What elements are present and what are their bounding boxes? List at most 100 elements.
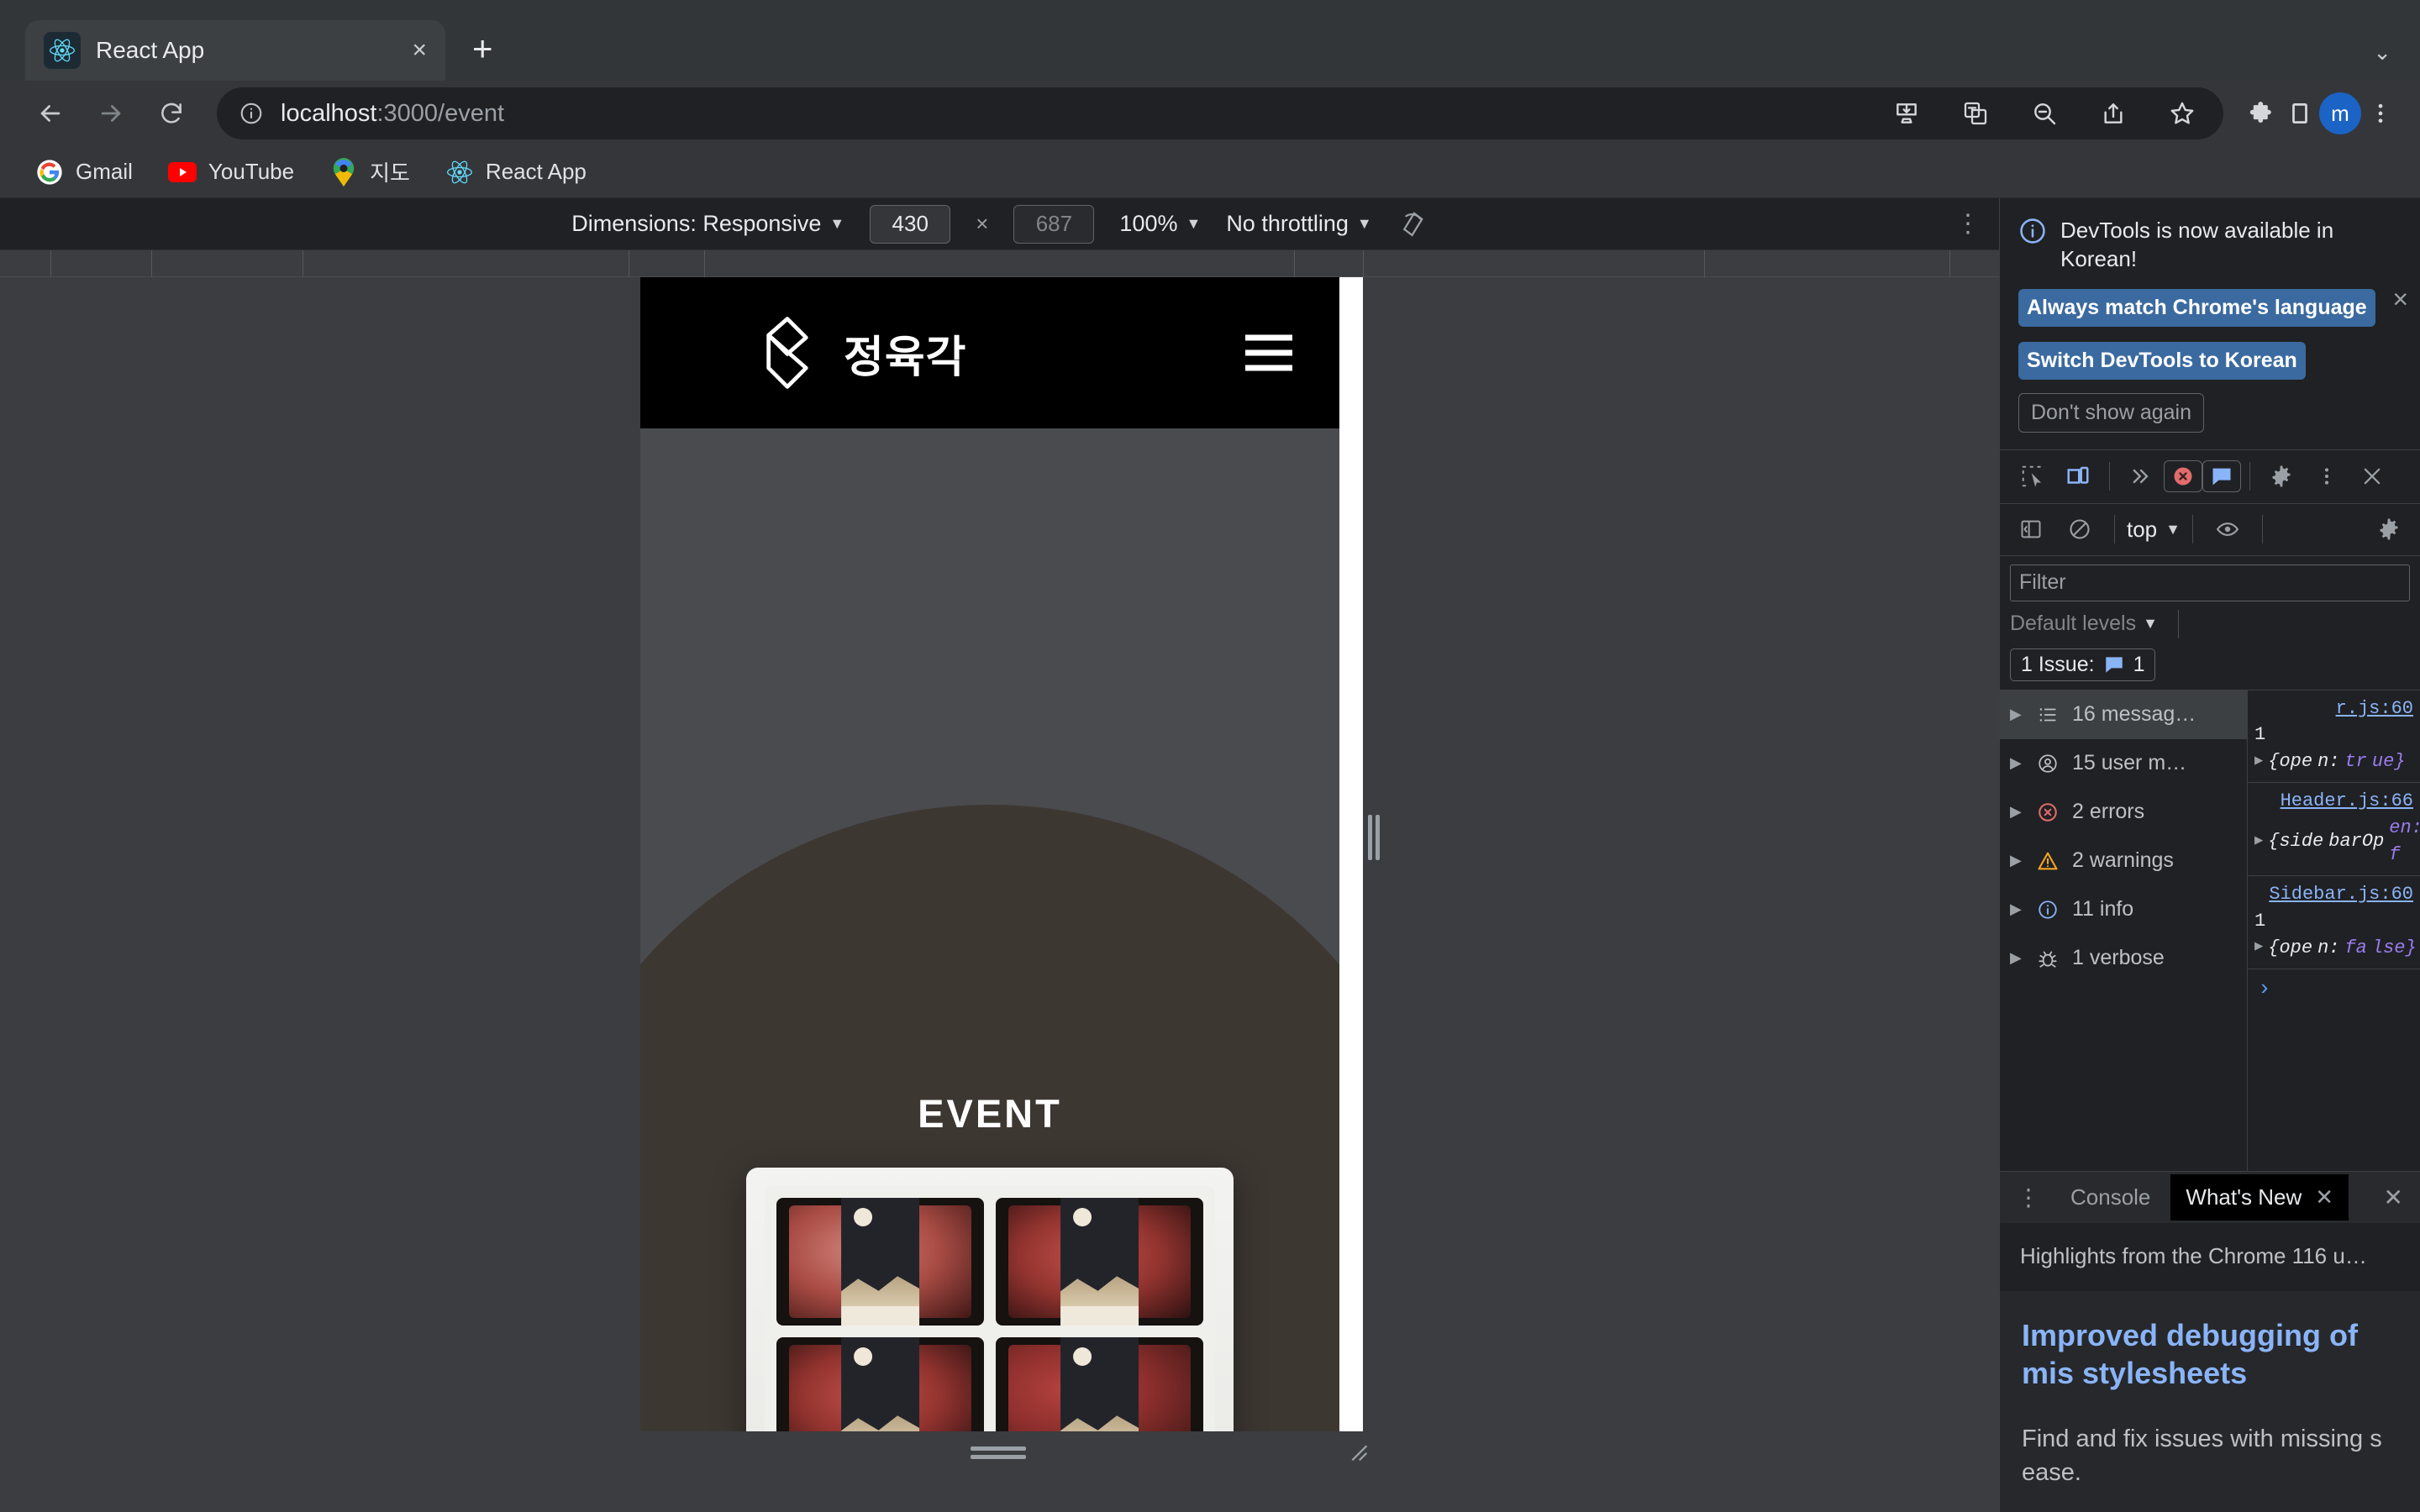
share-icon[interactable]: [2094, 94, 2133, 133]
chevron-right-icon[interactable]: ▶: [2254, 937, 2263, 958]
console-log-entry[interactable]: Sidebar.js:60 1 ▶ {ope n: fa lse}: [2248, 876, 2420, 969]
bookmark-maps[interactable]: 지도: [316, 150, 424, 194]
console-log-entry[interactable]: Header.js:66 ▶ {side barOp en: f alse}: [2248, 783, 2420, 876]
install-icon[interactable]: [1887, 94, 1926, 133]
chevron-right-icon[interactable]: ▶: [2010, 754, 2023, 772]
log-levels-label: Default levels: [2010, 612, 2137, 636]
sidebar-item-warnings[interactable]: ▶ 2 warnings: [2000, 837, 2247, 885]
issues-count-badge[interactable]: [2202, 460, 2241, 493]
meat-gift-set-image[interactable]: [746, 1168, 1234, 1431]
tab-console[interactable]: Console: [2055, 1174, 2165, 1221]
height-input[interactable]: 687: [1013, 204, 1095, 244]
event-hero: EVENT: [640, 428, 1339, 1431]
sidebar-item-all-messages[interactable]: ▶ 16 messag…: [2000, 690, 2247, 739]
gear-icon[interactable]: [2366, 507, 2412, 552]
page-scrollbar-thumb[interactable]: [1344, 277, 1358, 1394]
jeongyukgak-logo-icon: [751, 314, 823, 391]
close-icon[interactable]: [2349, 454, 2395, 499]
execution-context-select[interactable]: top ▼: [2127, 517, 2181, 543]
url-host: localhost: [281, 99, 377, 127]
extensions-puzzle-icon[interactable]: [2242, 94, 2281, 133]
whats-new-card-title[interactable]: Improved debugging of mis stylesheets: [2022, 1316, 2398, 1392]
log-source-link[interactable]: Sidebar.js:60: [2254, 881, 2413, 908]
sidebar-item-errors[interactable]: ▶ 2 errors: [2000, 788, 2247, 837]
bookmark-label: YouTube: [208, 159, 295, 184]
site-info-icon[interactable]: [239, 101, 264, 126]
zoom-out-icon[interactable]: [2025, 94, 2064, 133]
bookmark-youtube[interactable]: YouTube: [155, 151, 308, 193]
new-tab-button[interactable]: +: [472, 29, 493, 69]
page-scrollbar[interactable]: [1339, 277, 1363, 1431]
console-log-entry[interactable]: r.js:60 1 ▶ {ope n: tr ue}: [2248, 690, 2420, 784]
more-tabs-chevrons-icon[interactable]: [2118, 454, 2164, 499]
log-object[interactable]: ▶ {ope n: fa lse}: [2254, 935, 2417, 962]
dont-show-again-button[interactable]: Don't show again: [2018, 392, 2205, 433]
close-drawer-icon[interactable]: ✕: [2374, 1184, 2413, 1211]
emulated-viewport[interactable]: 정육각 EVENT: [640, 277, 1363, 1431]
chevron-down-icon[interactable]: ⌄: [2373, 39, 2391, 66]
search-input[interactable]: Filter: [2010, 564, 2410, 601]
console-log-pane[interactable]: r.js:60 1 ▶ {ope n: tr ue} Header.js:66: [2248, 690, 2420, 1171]
viewport-resize-handle-corner[interactable]: [1343, 1436, 1371, 1465]
brand-logo[interactable]: 정육각: [751, 314, 967, 391]
zoom-select[interactable]: 100% ▼: [1119, 211, 1201, 237]
bookmark-star-icon[interactable]: [2163, 94, 2202, 133]
log-levels-select[interactable]: Default levels ▼: [2010, 612, 2158, 636]
close-icon[interactable]: ✕: [2315, 1184, 2333, 1210]
browser-tab[interactable]: React App ×: [25, 20, 445, 81]
clear-console-icon[interactable]: [2057, 507, 2102, 552]
kebab-menu-icon[interactable]: [2304, 454, 2349, 499]
always-match-language-button[interactable]: Always match Chrome's language: [2018, 288, 2375, 327]
device-stage: 정육각 EVENT: [0, 277, 1999, 1512]
chevron-right-icon[interactable]: ▶: [2010, 803, 2023, 821]
live-expression-eye-icon[interactable]: [2205, 507, 2250, 552]
whats-new-card[interactable]: Improved debugging of mis stylesheets Fi…: [2000, 1290, 2420, 1512]
console-issues-row: 1 Issue: 1: [2000, 645, 2420, 690]
forward-icon[interactable]: [81, 83, 141, 144]
log-object[interactable]: ▶ {side barOp en: f alse}: [2254, 815, 2420, 869]
throttling-select[interactable]: No throttling ▼: [1226, 211, 1371, 237]
close-icon[interactable]: ×: [412, 38, 427, 63]
avatar[interactable]: m: [2319, 92, 2361, 134]
log-source-link[interactable]: Header.js:66: [2254, 788, 2413, 815]
close-icon[interactable]: ×: [2392, 284, 2408, 315]
viewport-resize-handle-right[interactable]: [1368, 815, 1383, 860]
issues-count: 1: [2133, 652, 2145, 676]
address-bar[interactable]: localhost:3000/event: [217, 87, 2223, 139]
log-object[interactable]: ▶ {ope n: tr ue}: [2254, 748, 2413, 775]
gear-icon[interactable]: [2259, 454, 2304, 499]
log-source-link[interactable]: r.js:60: [2254, 696, 2413, 722]
inspect-element-icon[interactable]: [2010, 454, 2055, 499]
translate-icon[interactable]: [1956, 94, 1995, 133]
kebab-menu-icon[interactable]: [2361, 94, 2400, 133]
dimensions-select[interactable]: Dimensions: Responsive ▼: [571, 211, 844, 237]
chevron-right-icon[interactable]: ▶: [2010, 706, 2023, 723]
reload-icon[interactable]: [141, 83, 202, 144]
kebab-menu-icon[interactable]: ⋮: [2007, 1184, 2050, 1211]
chevron-right-icon[interactable]: ▶: [2254, 832, 2263, 853]
chevron-right-icon[interactable]: ▶: [2010, 900, 2023, 918]
chevron-right-icon[interactable]: ▶: [2254, 752, 2263, 773]
switch-to-korean-button[interactable]: Switch DevTools to Korean: [2018, 341, 2306, 380]
bookmark-react-app[interactable]: React App: [432, 151, 600, 193]
hamburger-menu-icon[interactable]: [1245, 334, 1292, 371]
sidebar-item-user-messages[interactable]: ▶ 15 user m…: [2000, 739, 2247, 788]
side-panel-icon[interactable]: [2281, 94, 2319, 133]
chevron-right-icon[interactable]: ▶: [2010, 949, 2023, 967]
viewport-resize-handle-bottom[interactable]: [971, 1446, 1026, 1462]
chevron-right-icon[interactable]: ▶: [2010, 852, 2023, 869]
toggle-device-toolbar-icon[interactable]: [2055, 454, 2101, 499]
bookmark-gmail[interactable]: Gmail: [22, 151, 146, 193]
sidebar-item-info[interactable]: ▶ 11 info: [2000, 885, 2247, 934]
console-prompt[interactable]: ›: [2248, 969, 2420, 1008]
console-sidebar-icon[interactable]: [2008, 507, 2054, 552]
back-icon[interactable]: [20, 83, 81, 144]
tab-whats-new[interactable]: What's New ✕: [2170, 1173, 2349, 1221]
issues-bar[interactable]: 1 Issue: 1: [2010, 648, 2156, 681]
kebab-menu-icon[interactable]: ⋮: [1955, 209, 1981, 239]
rotate-device-icon[interactable]: [1397, 209, 1428, 239]
error-count-badge[interactable]: [2164, 460, 2202, 493]
tab-whats-new-label: What's New: [2186, 1184, 2302, 1210]
sidebar-item-verbose[interactable]: ▶ 1 verbose: [2000, 934, 2247, 983]
width-input[interactable]: 430: [870, 204, 951, 244]
